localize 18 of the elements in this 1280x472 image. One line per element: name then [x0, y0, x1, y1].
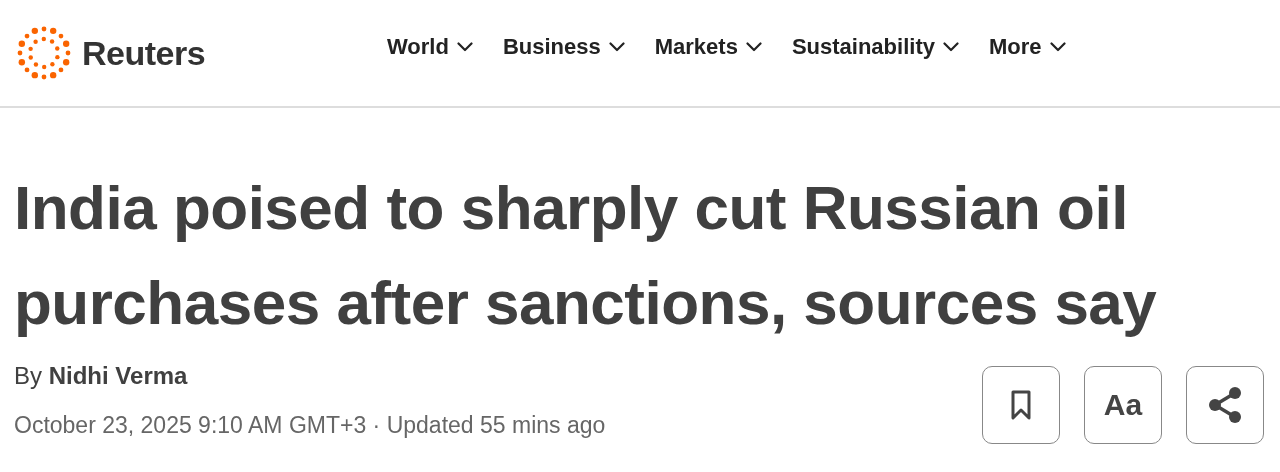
bookmark-icon — [1011, 390, 1031, 420]
nav-menu-link[interactable]: World — [387, 34, 473, 60]
nav-menu-link[interactable]: Sustainability — [791, 34, 959, 60]
chevron-down-icon — [1049, 42, 1066, 52]
article-headline: India poised to sharply cut Russian oil purchases after sanctions, sources say — [14, 172, 1158, 339]
nav-menu-link[interactable]: Business — [502, 34, 625, 60]
share-button[interactable] — [1186, 366, 1264, 444]
nav-menu-link[interactable]: More — [988, 34, 1066, 60]
dateline: October 23, 2025 9:10 AM GMT+3 · Updated 55 mins ago — [14, 412, 606, 439]
nav-menu-link[interactable]: Markets — [654, 34, 762, 60]
chevron-down-icon — [745, 42, 762, 52]
text-size-button[interactable]: Aa — [1084, 366, 1162, 444]
byline: By Nidhi Verma — [14, 362, 189, 390]
chevron-down-icon — [456, 42, 473, 52]
chevron-down-icon — [608, 42, 625, 52]
bookmark-button[interactable] — [982, 366, 1060, 444]
chevron-down-icon — [942, 42, 959, 52]
brand-name[interactable]: Reuters — [82, 33, 206, 73]
